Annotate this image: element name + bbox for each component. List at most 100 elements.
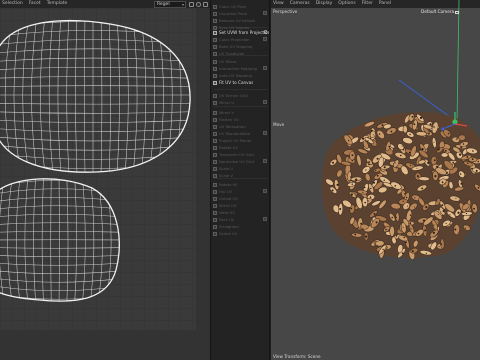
uv-tools-palette: Cubic UV Pack Unpacker Pack Remove UV Isla…	[210, 0, 270, 360]
tool-item[interactable]: Straighten	[213, 223, 269, 230]
tool-label: Rotate UV	[219, 145, 239, 150]
tool-label: Auto UV Mapping	[219, 73, 252, 78]
tool-item[interactable]: Cubic Projection	[213, 36, 269, 43]
tool-icon	[213, 4, 217, 9]
uv-editor-panel: Selection Facet Template Regel ▾	[0, 0, 210, 360]
option-toggle[interactable]	[263, 66, 267, 70]
tool-label: UV Mirror	[219, 59, 237, 64]
beans-pile-object[interactable]	[321, 112, 480, 260]
tool-icon	[213, 145, 217, 150]
tool-icon	[213, 173, 217, 178]
tool-icon	[213, 59, 217, 64]
tool-label: Unpacker Pack	[219, 11, 247, 16]
tool-item[interactable]: Flatten UV	[213, 116, 269, 123]
tool-label: Pack UV	[219, 217, 235, 222]
uv-menu-template[interactable]: Template	[47, 0, 68, 8]
tool-item[interactable]: Unfold UV	[213, 195, 269, 202]
tool-item[interactable]: Unpacker Pack	[213, 10, 269, 17]
tool-item[interactable]: UV Terrain Grid	[213, 92, 269, 99]
tool-item[interactable]: UV Mirror	[213, 58, 269, 65]
tool-item[interactable]: Normalize UV Grid	[213, 158, 269, 165]
tool-icon	[213, 80, 217, 85]
tool-item[interactable]: UV Manipulation	[213, 130, 269, 137]
tool-item[interactable]: Interactive Mapping	[213, 65, 269, 72]
tool-icon	[213, 18, 217, 23]
tool-item[interactable]: Rotate 90	[213, 181, 269, 188]
camera-label-text: Default Camera	[421, 9, 455, 14]
tool-item[interactable]: Remove UV Islands	[213, 17, 269, 24]
tool-icon	[213, 131, 217, 136]
tool-label: Cubic Projection	[219, 37, 250, 42]
axis-y-line	[456, 0, 460, 123]
viewport-projection-label: Perspective	[273, 9, 298, 14]
tool-item[interactable]: Rotate UV	[213, 144, 269, 151]
tool-icon	[213, 182, 217, 187]
tool-icon	[213, 44, 217, 49]
tool-label: Fit UV to Canvas	[219, 80, 254, 85]
tool-item[interactable]: UV Subdivide	[213, 50, 269, 57]
eye-icon[interactable]	[196, 1, 201, 7]
tool-label: Normalize UV Grid	[219, 159, 254, 164]
tool-label: Mirror V	[219, 110, 234, 115]
lock-icon[interactable]	[203, 1, 208, 7]
tool-item[interactable]: Stitch UV	[213, 202, 269, 209]
option-toggle[interactable]	[263, 11, 267, 15]
uv-menubar: Selection Facet Template Regel ▾	[0, 0, 210, 8]
grid-icon[interactable]	[189, 1, 194, 7]
tool-label: Scale U	[219, 166, 234, 171]
tool-icon	[213, 203, 217, 208]
tool-item[interactable]: Cubic UV Pack	[213, 3, 269, 10]
tool-label: Mirror U	[219, 100, 235, 105]
tool-item[interactable]: Project UV Points	[213, 137, 269, 144]
tool-item[interactable]: Set UVW from Projection ⚙	[213, 29, 269, 36]
viewport-camera-label[interactable]: Default Camera	[421, 9, 460, 14]
viewport-status-label: View Transform: Scene	[273, 354, 321, 359]
option-toggle[interactable]	[263, 159, 267, 163]
tool-item[interactable]: Mirror V	[213, 109, 269, 116]
chevron-down-icon: ▾	[181, 1, 184, 7]
tool-icon	[213, 93, 217, 98]
tool-item[interactable]: Flip UV	[213, 188, 269, 195]
tool-item[interactable]: Select UV	[213, 230, 269, 237]
tool-item[interactable]: UV Relaxation	[213, 123, 269, 130]
tool-label: Project UV Points	[219, 138, 252, 143]
tool-icon	[213, 124, 217, 129]
tool-label: Flip UV	[219, 189, 233, 194]
tool-label: Stitch UV	[219, 203, 237, 208]
option-toggle[interactable]	[263, 189, 267, 193]
tool-item[interactable]: Bake UV Mapping	[213, 43, 269, 50]
option-toggle[interactable]	[263, 131, 267, 135]
tool-icon	[213, 73, 217, 78]
tool-label: UV Relaxation	[219, 124, 246, 129]
tool-item[interactable]: Transform UV Grid	[213, 151, 269, 158]
tool-label: Transform UV Grid	[219, 152, 254, 157]
option-toggle[interactable]	[263, 217, 267, 221]
tool-item[interactable]: Scale V	[213, 172, 269, 179]
projection-select[interactable]: Regel ▾	[154, 0, 186, 8]
uv-canvas[interactable]	[0, 8, 210, 360]
tool-separator	[214, 106, 268, 107]
tool-icon	[213, 210, 217, 215]
uv-menu-facet[interactable]: Facet	[29, 0, 41, 8]
viewport-scene[interactable]	[271, 0, 480, 360]
option-toggle[interactable]	[263, 37, 267, 41]
tool-icon	[213, 30, 217, 35]
tool-item[interactable]: Pack UV	[213, 216, 269, 223]
tool-label: Remove UV Islands	[219, 18, 256, 23]
tool-icon	[213, 166, 217, 171]
tool-label: Cubic UV Pack	[219, 4, 247, 9]
tool-item[interactable]: Auto UV Mapping	[213, 72, 269, 79]
tool-item[interactable]: Fit UV to Canvas	[213, 79, 269, 86]
tool-label: Interactive Mapping	[219, 66, 257, 71]
option-toggle[interactable]	[263, 100, 267, 104]
viewport-3d[interactable]: View Cameras Display Options Filter Pane…	[271, 0, 480, 360]
tool-item[interactable]: Mirror U	[213, 99, 269, 106]
tool-label: Flatten UV	[219, 117, 239, 122]
tool-icon	[213, 66, 217, 71]
tool-item[interactable]: Weld UV	[213, 209, 269, 216]
uv-menu-selection[interactable]: Selection	[2, 0, 23, 8]
tool-separator	[214, 89, 268, 90]
tool-item[interactable]: Scale U	[213, 165, 269, 172]
tool-icon	[213, 224, 217, 229]
gear-icon[interactable]: ⚙	[263, 30, 268, 36]
